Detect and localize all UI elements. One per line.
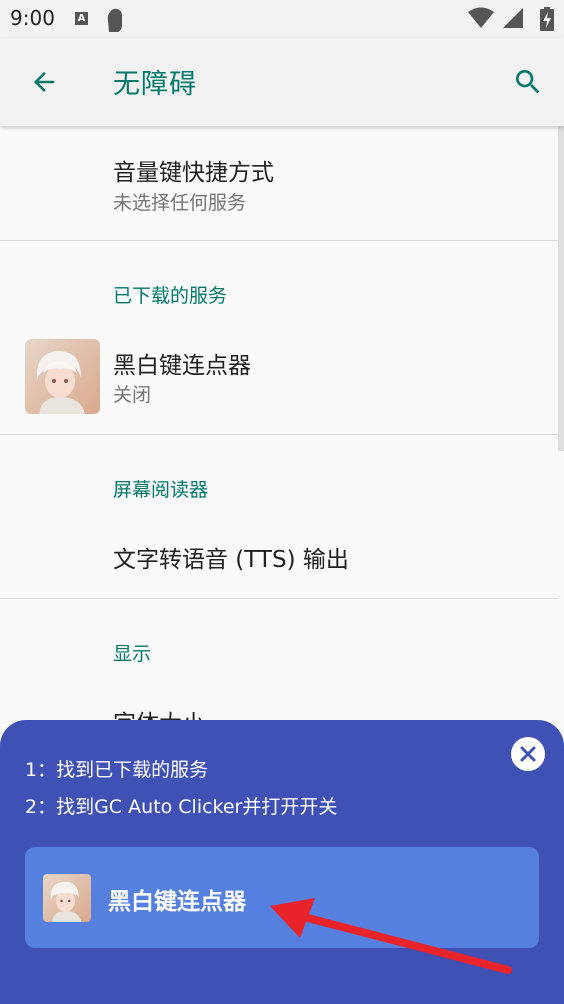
app-avatar-icon: [25, 339, 100, 414]
status-bar: 9:00 A: [0, 0, 564, 38]
battery-icon: [540, 7, 554, 31]
page-title: 无障碍: [113, 69, 197, 100]
guide-step-1: 1：找到已下载的服务: [25, 759, 209, 781]
tts-output-item[interactable]: 文字转语音 (TTS) 输出: [0, 516, 564, 598]
notification-hand-icon: [104, 7, 126, 37]
search-button[interactable]: [506, 60, 550, 104]
downloaded-app-title: 黑白键连点器: [113, 353, 251, 379]
notification-a-icon: A: [75, 12, 88, 25]
downloaded-app-summary: 关闭: [113, 384, 152, 406]
screen-reader-header: 屏幕阅读器: [113, 479, 209, 501]
search-icon: [516, 70, 540, 94]
divider: [0, 598, 558, 599]
display-header: 显示: [113, 643, 152, 665]
close-button[interactable]: [511, 737, 545, 771]
cellular-icon: [503, 8, 523, 28]
divider: [0, 240, 558, 241]
pointer-arrow-icon: [270, 898, 512, 974]
volume-key-shortcut-title: 音量键快捷方式: [113, 160, 274, 186]
status-time: 9:00: [10, 6, 55, 30]
volume-key-shortcut-summary: 未选择任何服务: [113, 192, 247, 214]
divider: [0, 434, 558, 435]
downloaded-services-header: 已下载的服务: [113, 285, 228, 307]
close-icon: [520, 746, 536, 762]
downloaded-app-item[interactable]: 黑白键连点器 关闭: [0, 322, 564, 434]
wifi-icon: [468, 7, 494, 28]
card-app-avatar-icon: [43, 874, 91, 922]
volume-key-shortcut-item[interactable]: 音量键快捷方式 未选择任何服务: [0, 126, 564, 240]
back-button[interactable]: [22, 60, 66, 104]
tts-output-title: 文字转语音 (TTS) 输出: [113, 547, 349, 573]
target-app-label: 黑白键连点器: [108, 889, 246, 915]
guide-step-2: 2：找到GC Auto Clicker并打开开关: [25, 796, 338, 818]
app-bar: 无障碍: [0, 38, 564, 126]
arrow-back-icon: [34, 72, 54, 92]
